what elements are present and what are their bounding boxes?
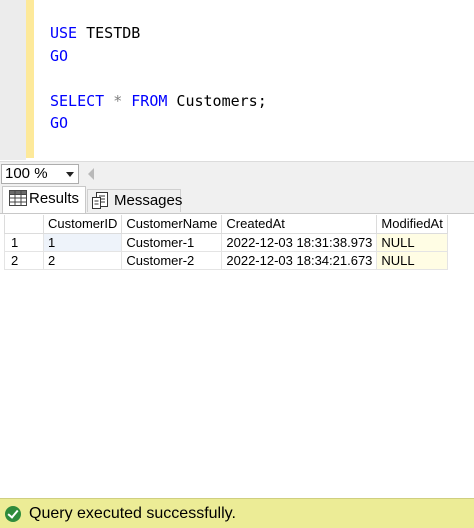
success-check-icon: [5, 506, 21, 522]
status-text: Query executed successfully.: [29, 505, 236, 522]
code-line: USE TESTDB: [50, 22, 267, 45]
tab-results[interactable]: Results: [2, 186, 86, 213]
results-grid-area[interactable]: CustomerID CustomerName CreatedAt Modifi…: [0, 213, 474, 498]
zoom-bar: 100 %: [0, 161, 474, 185]
code-line: SELECT * FROM Customers;: [50, 90, 267, 113]
results-grid[interactable]: CustomerID CustomerName CreatedAt Modifi…: [4, 215, 448, 270]
column-header[interactable]: ModifiedAt: [376, 215, 448, 234]
table-cell[interactable]: Customer-1: [121, 232, 223, 252]
table-row[interactable]: 2 2 Customer-2 2022-12-03 18:34:21.673 N…: [4, 250, 448, 270]
query-editor[interactable]: USE TESTDB GO SELECT * FROM Customers; G…: [0, 0, 474, 160]
table-cell[interactable]: 2022-12-03 18:34:21.673: [221, 250, 378, 270]
code-line: GO: [50, 112, 267, 135]
row-number[interactable]: 1: [4, 232, 44, 252]
column-header[interactable]: CustomerName: [121, 215, 223, 234]
table-cell[interactable]: 2022-12-03 18:31:38.973: [221, 232, 378, 252]
zoom-dropdown[interactable]: 100 %: [1, 164, 79, 184]
table-cell[interactable]: 2: [42, 250, 123, 270]
tab-messages[interactable]: Messages: [87, 189, 183, 212]
keyword: SELECT: [50, 91, 105, 110]
grid-icon: [9, 190, 27, 206]
table-cell[interactable]: Customer-2: [121, 250, 223, 270]
table-row[interactable]: 1 1 Customer-1 2022-12-03 18:31:38.973 N…: [4, 232, 448, 252]
keyword: GO: [50, 114, 69, 132]
scroll-left-icon[interactable]: [88, 168, 94, 180]
column-header[interactable]: CreatedAt: [221, 215, 378, 234]
editor-gutter: [0, 0, 26, 160]
identifier: TESTDB: [77, 24, 141, 42]
column-header[interactable]: CustomerID: [42, 215, 123, 234]
zoom-value: 100 %: [5, 165, 48, 182]
row-number-header[interactable]: [4, 215, 44, 234]
grid-header-row: CustomerID CustomerName CreatedAt Modifi…: [4, 215, 448, 234]
keyword: GO: [50, 46, 69, 65]
chevron-down-icon[interactable]: [66, 172, 74, 177]
table-cell[interactable]: 1: [42, 232, 123, 252]
change-tracking-bar: [26, 0, 34, 158]
identifier: Customers;: [167, 91, 267, 110]
messages-icon: [92, 192, 108, 209]
tab-results-label: Results: [29, 190, 80, 207]
sql-code[interactable]: USE TESTDB GO SELECT * FROM Customers; G…: [50, 22, 267, 135]
operator: *: [104, 91, 132, 110]
code-line: GO: [50, 45, 267, 68]
row-number[interactable]: 2: [4, 250, 44, 270]
table-cell[interactable]: NULL: [376, 232, 448, 252]
status-bar: Query executed successfully.: [0, 498, 474, 528]
keyword: USE: [50, 24, 78, 42]
keyword: FROM: [131, 91, 168, 110]
table-cell[interactable]: NULL: [376, 250, 448, 270]
results-tabs: Results Messages: [0, 185, 474, 213]
tab-messages-label: Messages: [114, 192, 183, 209]
